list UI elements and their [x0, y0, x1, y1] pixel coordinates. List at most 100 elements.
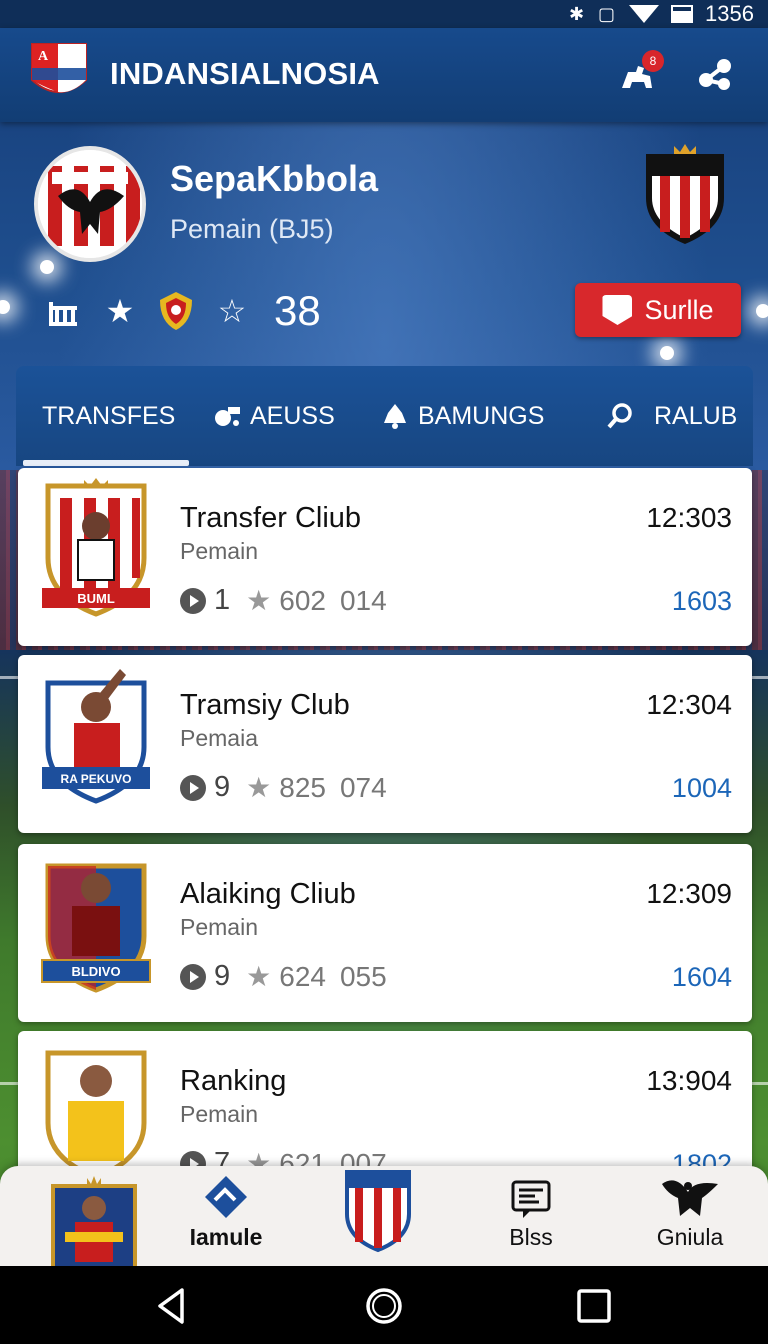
metric-extra: 074 [339, 771, 387, 803]
bottom-navigation: Iamule Blss Gniula [0, 1166, 768, 1268]
app-title: INDANSIALNOSIA [110, 56, 380, 91]
eagle-crest-icon [38, 150, 142, 258]
card-subtitle: Pemaia [180, 725, 258, 751]
card-title: Transfer Cliub [180, 502, 362, 534]
play-icon [180, 587, 206, 614]
club-badge-icon [45, 1050, 147, 1180]
vibrate-icon: ▢ [598, 3, 616, 24]
play-icon [180, 774, 206, 801]
profile-avatar[interactable] [34, 146, 146, 262]
metric-rating: 825 [279, 771, 326, 803]
nav-label: Iamule [189, 1224, 263, 1250]
shield-badge-icon[interactable] [158, 292, 194, 330]
club-badge-icon: BUML [42, 478, 150, 617]
suite-action-label: Surlle [644, 294, 714, 325]
club-badge-icon: BLDIVO [41, 863, 151, 993]
player-badge-icon [51, 1176, 137, 1268]
message-icon [511, 1180, 551, 1218]
metric-rating: 602 [279, 584, 326, 616]
card-time: 12:309 [646, 878, 732, 909]
svg-text:RA PEKUVO: RA PEKUVO [61, 772, 132, 786]
app-logo-icon: A [31, 43, 87, 93]
list-item[interactable]: BUML Transfer Cliub Pemain 1 ★ 602 014 1… [18, 468, 752, 646]
card-metrics: 1 ★ 602 014 [180, 584, 387, 617]
metric-plays: 9 [214, 771, 231, 803]
tab-ralub[interactable]: RALUB [606, 366, 737, 466]
search-icon [607, 403, 632, 429]
tab-label: RALUB [654, 401, 738, 430]
club-crest-icon [646, 144, 724, 244]
tab-label: TRANSFES [42, 401, 176, 430]
back-icon[interactable] [152, 1286, 192, 1326]
tab-bar: TRANSFES AEUSS BAMUNGS RALUB [16, 366, 753, 466]
svg-text:A: A [38, 49, 49, 64]
profile-name: SepaKbbola [170, 158, 379, 199]
app-bar: A INDANSIALNOSIA 8 [0, 28, 768, 122]
bell-icon [384, 404, 406, 429]
card-code[interactable]: 1603 [672, 586, 732, 617]
card-code[interactable]: 1004 [672, 773, 732, 804]
share-button[interactable] [692, 50, 740, 98]
card-time: 12:303 [646, 502, 732, 533]
metric-rating: 624 [279, 960, 326, 992]
club-crest-icon [345, 1170, 411, 1253]
card-subtitle: Pemain [180, 914, 258, 940]
svg-text:BLDIVO: BLDIVO [71, 964, 120, 979]
notification-badge: 8 [642, 50, 664, 72]
nav-item-blss[interactable]: Blss [484, 1166, 578, 1266]
battery-icon [671, 5, 694, 23]
svg-text:BUML: BUML [77, 591, 115, 606]
notifications-button[interactable]: 8 [614, 50, 664, 98]
play-icon [180, 963, 206, 990]
tab-selected-indicator [23, 460, 189, 466]
card-time: 13:904 [646, 1065, 732, 1096]
star-icon[interactable]: ★ [102, 293, 138, 329]
tab-label: AEUSS [250, 401, 335, 430]
nav-item-club[interactable] [328, 1166, 428, 1266]
bar-chart-icon[interactable] [46, 293, 82, 329]
wifi-icon [629, 5, 660, 23]
share-icon [699, 59, 731, 90]
metric-extra: 055 [339, 960, 387, 992]
card-subtitle: Pemain [180, 538, 258, 564]
card-title: Ranking [180, 1065, 287, 1097]
home-icon[interactable] [364, 1286, 404, 1326]
nav-item-gniula[interactable]: Gniula [640, 1166, 740, 1266]
recents-icon[interactable] [574, 1286, 614, 1326]
tab-label: BAMUNGS [418, 401, 545, 430]
tab-aeuss[interactable]: AEUSS [212, 366, 335, 466]
metric-plays: 9 [214, 960, 231, 992]
diamond-icon [205, 1176, 247, 1218]
nav-label: Blss [509, 1224, 553, 1250]
star-icon: ★ [246, 961, 272, 992]
list-item[interactable]: RA PEKUVO Tramsiy Club Pemaia 9 ★ 825 07… [18, 655, 752, 833]
nav-item-player[interactable] [36, 1166, 152, 1268]
status-time: 1356 [705, 1, 754, 26]
card-metrics: 9 ★ 624 055 [180, 960, 387, 993]
profile-stats: ★ ☆ 38 [46, 286, 321, 336]
nav-label: Gniula [656, 1224, 724, 1250]
bluetooth-icon: ✱ [568, 3, 585, 24]
metric-plays: 1 [214, 584, 231, 616]
metric-extra: 014 [339, 584, 387, 616]
card-code[interactable]: 1604 [672, 962, 732, 993]
list-item[interactable]: BLDIVO Alaiking Cliub Pemain 9 ★ 624 055… [18, 844, 752, 1022]
tab-transfers[interactable]: TRANSFES [42, 366, 175, 466]
card-metrics: 9 ★ 825 074 [180, 771, 387, 804]
whistle-icon [215, 407, 240, 426]
system-navigation-bar [0, 1266, 768, 1344]
nav-item-iamule[interactable]: Iamule [166, 1166, 286, 1266]
star-count: 38 [274, 287, 321, 334]
star-icon: ★ [246, 772, 272, 803]
star-icon: ★ [246, 585, 272, 616]
card-title: Tramsiy Club [180, 689, 350, 721]
suite-action-button[interactable]: Surlle [575, 283, 741, 337]
profile-subtitle: Pemain (BJ5) [170, 214, 334, 244]
tab-bamungs[interactable]: BAMUNGS [380, 366, 544, 466]
status-bar: ✱ ▢ 1356 [0, 0, 768, 28]
card-subtitle: Pemain [180, 1101, 258, 1127]
card-title: Alaiking Cliub [180, 878, 356, 910]
badge-icon [602, 295, 633, 325]
star-outline-icon[interactable]: ☆ [214, 293, 250, 329]
card-time: 12:304 [646, 689, 732, 720]
